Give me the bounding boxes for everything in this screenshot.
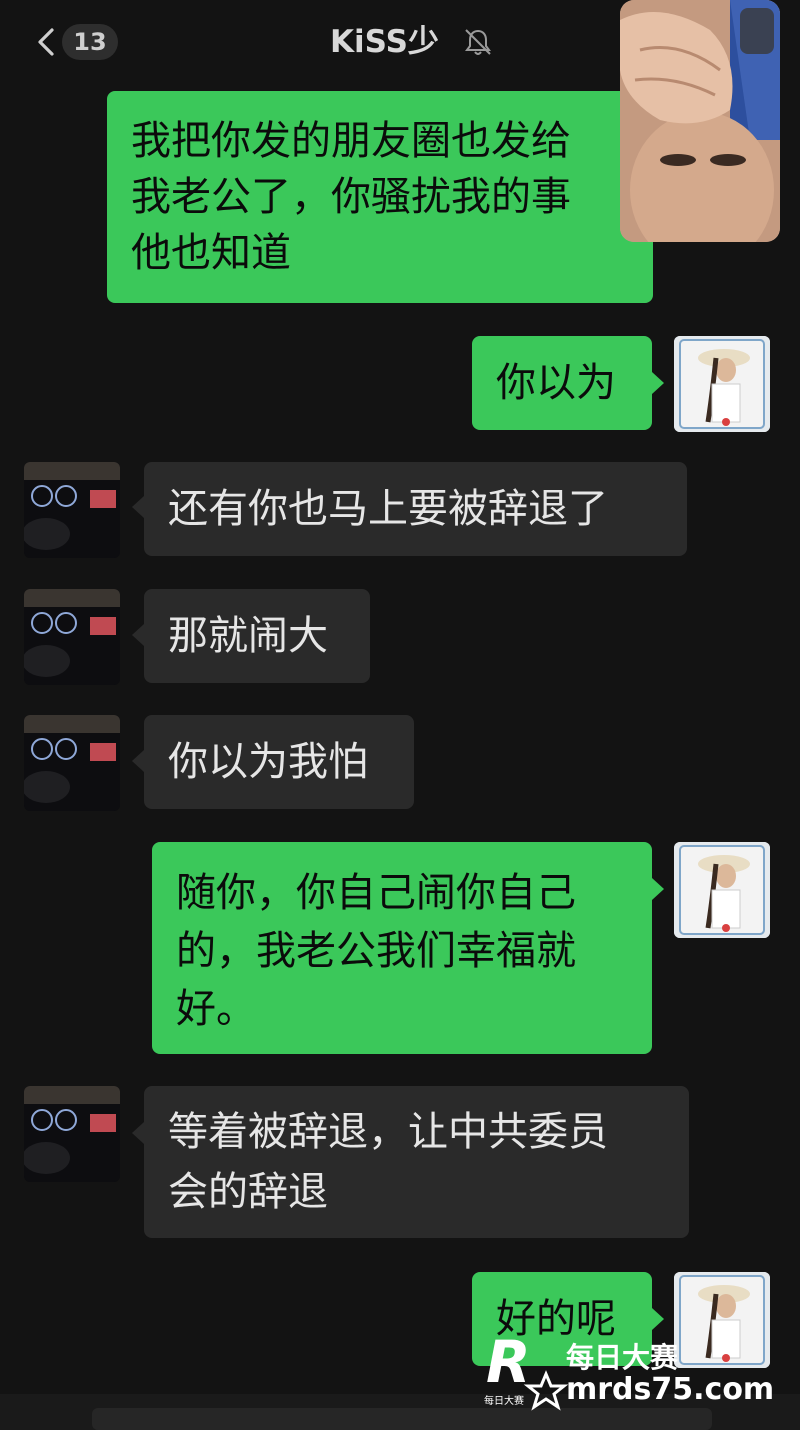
watermark-name: 每日大赛: [566, 1341, 679, 1374]
contact-avatar[interactable]: [24, 1086, 120, 1182]
car-dashboard-avatar-image: [24, 462, 120, 558]
my-avatar[interactable]: [674, 336, 770, 432]
woman-photo-avatar-image: [674, 842, 770, 938]
message-bubble-outgoing[interactable]: 随你，你自己闹你自己 的，我老公我们幸福就 好。: [152, 842, 652, 1054]
message-bubble-incoming[interactable]: 你以为我怕: [144, 715, 414, 809]
bubble-tail: [652, 878, 664, 900]
bubble-tail: [132, 496, 144, 518]
message-bubble-incoming[interactable]: 还有你也马上要被辞退了: [144, 462, 687, 556]
message-line: 我把你发的朋友圈也发给: [131, 118, 571, 164]
video-call-pip[interactable]: [620, 0, 780, 242]
bubble-tail: [132, 1122, 144, 1144]
woman-photo-avatar-image: [674, 336, 770, 432]
car-dashboard-avatar-image: [24, 589, 120, 685]
message-bubble-outgoing[interactable]: 你以为: [472, 336, 652, 430]
contact-avatar[interactable]: [24, 462, 120, 558]
watermark-logo: R 每日大赛: [484, 1330, 569, 1411]
contact-avatar[interactable]: [24, 715, 120, 811]
message-line: 你以为我怕: [168, 739, 368, 785]
bubble-tail: [132, 750, 144, 772]
watermark-logo-letter: R: [486, 1330, 531, 1396]
my-avatar[interactable]: [674, 842, 770, 938]
car-dashboard-avatar-image: [24, 1086, 120, 1182]
car-dashboard-avatar-image: [24, 715, 120, 811]
video-call-face-image: [620, 0, 780, 242]
watermark-site: mrds75.com: [566, 1372, 775, 1407]
message-line: 你以为: [496, 360, 616, 406]
chevron-left-icon: [38, 28, 54, 56]
watermark: R 每日大赛 每日大赛 mrds75.com: [470, 1322, 790, 1416]
message-bubble-incoming[interactable]: 等着被辞退，让中共委员 会的辞退: [144, 1086, 689, 1238]
message-bubble-incoming[interactable]: 那就闹大: [144, 589, 370, 683]
message-line: 等着被辞退，让中共委员: [168, 1109, 608, 1155]
message-line: 我老公了，你骚扰我的事: [131, 174, 571, 220]
mute-bell-icon: [465, 29, 491, 55]
message-line: 那就闹大: [168, 613, 328, 659]
unread-count-badge: 13: [62, 24, 118, 60]
message-line: 的，我老公我们幸福就: [176, 928, 576, 974]
message-line: 随你，你自己闹你自己: [176, 870, 576, 916]
watermark-logo-caption: 每日大赛: [484, 1394, 524, 1407]
bubble-tail: [132, 624, 144, 646]
contact-avatar[interactable]: [24, 589, 120, 685]
message-line: 好。: [176, 986, 256, 1032]
bubble-tail: [652, 372, 664, 394]
back-button[interactable]: 13: [30, 22, 120, 62]
message-bubble-outgoing[interactable]: 我把你发的朋友圈也发给 我老公了，你骚扰我的事 他也知道: [107, 91, 653, 303]
message-line: 还有你也马上要被辞退了: [168, 486, 608, 532]
message-line: 会的辞退: [168, 1169, 328, 1215]
message-line: 他也知道: [131, 230, 291, 276]
